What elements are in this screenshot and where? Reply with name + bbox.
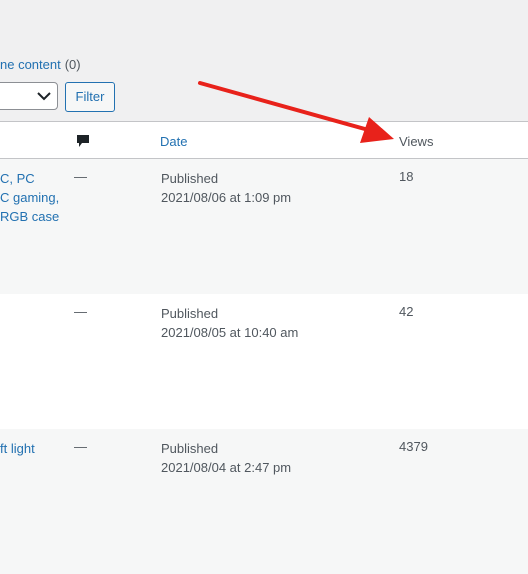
subsubsub-filter-links: ne content (0) [0,57,81,72]
views-count: 4379 [399,439,428,454]
post-status: Published [161,306,219,321]
comment-bubble-icon [77,135,89,147]
post-date-cell: Published 2021/08/05 at 10:40 am [161,304,298,342]
post-title-line[interactable]: ft light [0,439,35,458]
post-date: 2021/08/06 at 1:09 pm [161,190,292,205]
post-title-line[interactable]: C, PC [0,169,59,188]
post-title-link[interactable]: C, PC C gaming, RGB case [0,169,59,226]
post-title-line[interactable]: RGB case [0,207,59,226]
views-count: 42 [399,304,414,319]
column-header-date[interactable]: Date [160,134,187,149]
table-row: ft light — Published 2021/08/04 at 2:47 … [0,429,528,574]
filter-link-count: (0) [64,57,81,72]
chevron-down-icon [37,92,51,101]
post-status: Published [161,171,219,186]
table-row: — Published 2021/08/05 at 10:40 am 42 [0,294,528,429]
views-count: 18 [399,169,414,184]
comments-count: — [74,439,87,454]
filter-dropdown[interactable] [0,82,58,110]
comments-count: — [74,169,87,184]
comments-count: — [74,304,87,319]
column-header-views[interactable]: Views [399,134,433,149]
table-header-row: Date Views [0,121,528,159]
post-title-link[interactable]: ft light [0,439,35,458]
post-status: Published [161,441,219,456]
post-date-cell: Published 2021/08/04 at 2:47 pm [161,439,291,477]
filter-link[interactable]: ne content [0,57,61,72]
filter-button[interactable]: Filter [65,82,115,112]
post-date: 2021/08/04 at 2:47 pm [161,460,292,475]
post-title-line[interactable]: C gaming, [0,188,59,207]
post-date-cell: Published 2021/08/06 at 1:09 pm [161,169,291,207]
post-date: 2021/08/05 at 10:40 am [161,325,299,340]
table-row: C, PC C gaming, RGB case — Published 202… [0,159,528,294]
